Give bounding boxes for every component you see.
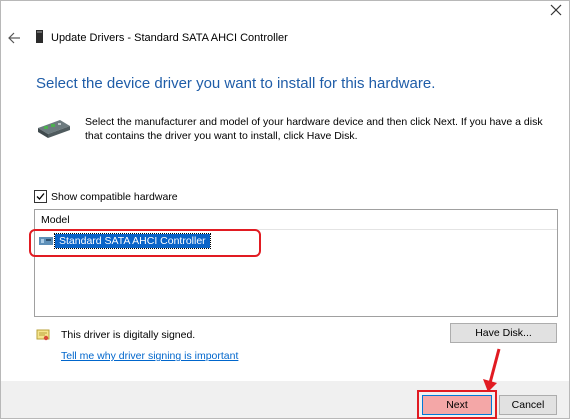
annotation-highlight-next (417, 390, 497, 419)
hardware-card-icon (38, 120, 70, 138)
have-disk-button[interactable]: Have Disk... (450, 323, 557, 343)
cancel-button[interactable]: Cancel (499, 395, 557, 415)
back-arrow-icon[interactable] (7, 31, 21, 45)
show-compatible-checkbox[interactable] (34, 190, 47, 203)
driver-signing-link[interactable]: Tell me why driver signing is important (61, 350, 238, 362)
checkmark-icon (36, 193, 45, 200)
show-compatible-label: Show compatible hardware (51, 190, 178, 203)
window-title: Update Drivers - Standard SATA AHCI Cont… (51, 32, 288, 44)
model-listbox[interactable]: Model Standard SATA AHCI Controller (34, 209, 558, 317)
model-column-header: Model (41, 214, 70, 226)
page-heading: Select the device driver you want to ins… (36, 75, 436, 92)
close-icon[interactable] (549, 3, 563, 17)
annotation-arrow-icon (483, 348, 501, 392)
certificate-icon (36, 329, 50, 341)
update-drivers-window: Update Drivers - Standard SATA AHCI Cont… (0, 0, 570, 419)
annotation-highlight-model (29, 229, 261, 257)
instructions-text: Select the manufacturer and model of you… (85, 116, 543, 142)
device-icon (36, 30, 43, 43)
signing-status: This driver is digitally signed. (61, 329, 196, 341)
show-compatible-toggle[interactable]: Show compatible hardware (34, 190, 178, 203)
